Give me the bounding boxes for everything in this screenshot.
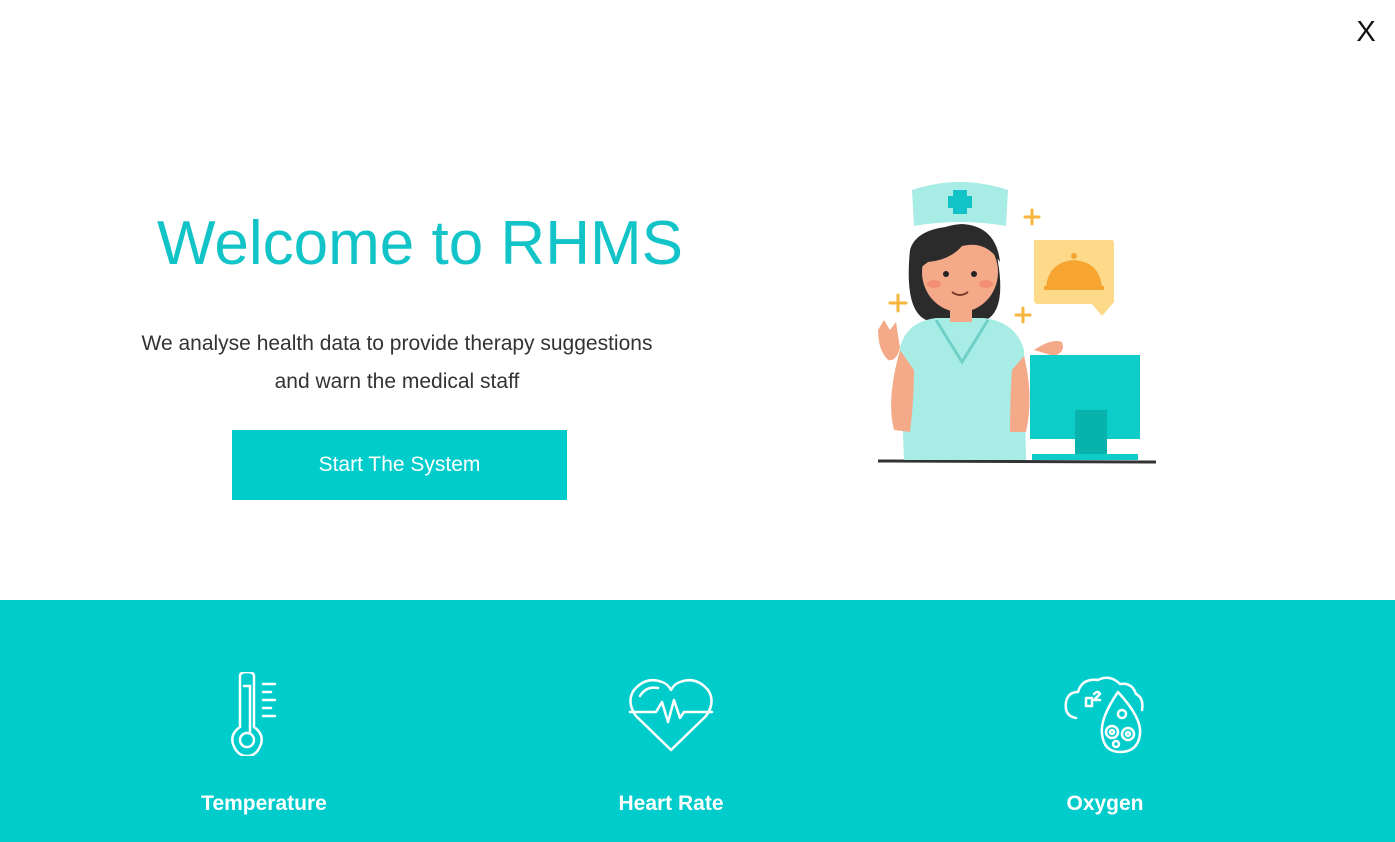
oxygen-icon bbox=[1064, 676, 1144, 754]
metrics-bar: Temperature Heart Rate Oxygen bbox=[0, 600, 1395, 842]
metric-label: Oxygen bbox=[1066, 792, 1144, 815]
start-system-button[interactable]: Start The System bbox=[232, 430, 567, 500]
metric-temperature: Temperature bbox=[134, 672, 394, 816]
metric-oxygen: Oxygen bbox=[975, 672, 1235, 816]
metric-label: Heart Rate bbox=[618, 792, 724, 815]
subtitle-line-1: We analyse health data to provide therap… bbox=[141, 332, 653, 355]
metric-label: Temperature bbox=[201, 792, 327, 815]
subtitle-line-2: and warn the medical staff bbox=[274, 370, 520, 393]
close-button[interactable]: X bbox=[1352, 16, 1380, 48]
page-title: Welcome to RHMS bbox=[157, 209, 683, 278]
metric-heart-rate: Heart Rate bbox=[541, 672, 801, 816]
heart-rate-icon bbox=[628, 679, 714, 752]
thermometer-icon bbox=[231, 672, 277, 756]
subtitle: We analyse health data to provide therap… bbox=[97, 325, 697, 401]
nurse-illustration bbox=[877, 182, 1157, 464]
